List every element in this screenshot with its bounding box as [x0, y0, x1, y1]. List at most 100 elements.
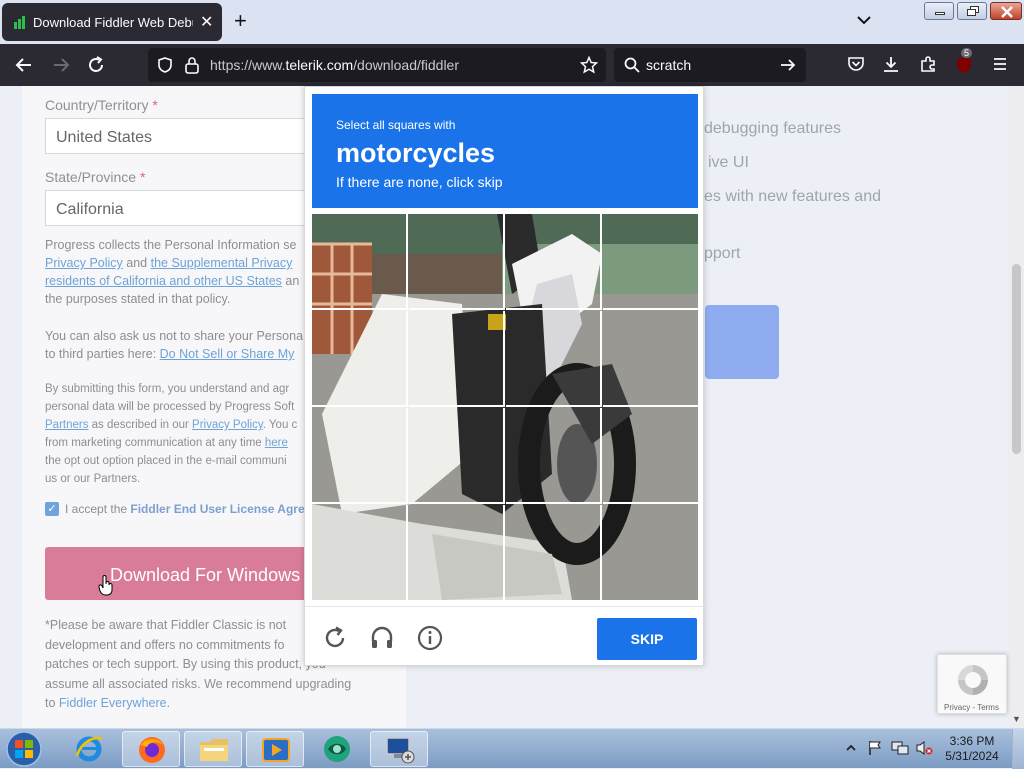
submission-line-1: By submitting this form, you understand … [45, 383, 290, 395]
country-select[interactable]: United States [45, 118, 315, 154]
supplemental-privacy-link[interactable]: the Supplemental Privacy [151, 256, 293, 270]
share-line-2-text: to third parties here: [45, 347, 160, 361]
captcha-tile-3[interactable] [506, 214, 602, 310]
recaptcha-badge[interactable]: Privacy - Terms [937, 654, 1007, 714]
show-desktop-button[interactable] [1012, 729, 1024, 769]
captcha-tile-1[interactable] [312, 214, 408, 310]
search-bar[interactable]: scratch [614, 48, 806, 82]
captcha-tile-13[interactable] [312, 505, 408, 600]
fiddler-everywhere-link[interactable]: Fiddler Everywhere [59, 696, 167, 710]
search-go-arrow-icon[interactable] [780, 57, 796, 73]
captcha-tile-9[interactable] [312, 408, 408, 504]
taskbar-remote-desktop[interactable] [370, 731, 428, 767]
info-icon[interactable] [417, 625, 443, 651]
new-tab-button[interactable]: + [234, 10, 247, 32]
bookmark-star-icon[interactable] [580, 56, 598, 74]
page-scrollbar[interactable]: ▼ [1008, 86, 1024, 728]
captcha-tile-4[interactable] [603, 214, 698, 310]
scroll-down-arrow-icon[interactable]: ▼ [1012, 714, 1021, 724]
notice-line-5-pre: to [45, 696, 59, 710]
privacy-line-4: the purposes stated in that policy. [45, 292, 231, 306]
feature-line-3: es with new features and [704, 188, 881, 205]
opt-out-here-link[interactable]: here [265, 437, 288, 449]
windows-start-orb-icon[interactable] [4, 730, 44, 768]
privacy-policy-link[interactable]: Privacy Policy [45, 256, 123, 270]
url-domain: telerik.com [285, 57, 354, 73]
download-for-windows-button[interactable]: Download For Windows [45, 547, 307, 600]
eula-link[interactable]: Fiddler End User License Agree [130, 502, 311, 516]
captcha-tile-14[interactable] [409, 505, 505, 600]
taskbar-clock[interactable]: 3:36 PM 5/31/2024 [940, 734, 1004, 764]
reload-icon[interactable] [86, 55, 106, 75]
show-hidden-icons-icon[interactable] [846, 743, 856, 753]
captcha-tile-7[interactable] [506, 311, 602, 407]
notice-line-5: to Fiddler Everywhere. [45, 694, 385, 714]
folder-icon [200, 739, 228, 761]
captcha-tile-15[interactable] [506, 505, 602, 600]
remote-desktop-icon [386, 737, 415, 764]
taskbar-media-player[interactable] [246, 731, 304, 767]
privacy-and: and [122, 256, 151, 270]
tab-strip: Download Fiddler Web Debugg ✕ + [0, 0, 1024, 44]
captcha-tile-2[interactable] [409, 214, 505, 310]
captcha-tile-5[interactable] [312, 311, 408, 407]
minimize-button[interactable] [924, 2, 954, 20]
ublock-extension-button[interactable]: 5 [955, 48, 973, 74]
volume-muted-icon[interactable] [915, 740, 933, 756]
recaptcha-footer-text[interactable]: Privacy - Terms [944, 703, 999, 712]
action-center-flag-icon[interactable] [867, 740, 883, 756]
submission-line-6: us or our Partners. [45, 473, 141, 485]
right-cta-button[interactable] [705, 305, 779, 379]
share-line-2: to third parties here: Do Not Sell or Sh… [45, 345, 325, 363]
captcha-header: Select all squares with motorcycles If t… [312, 94, 698, 208]
captcha-tile-16[interactable] [603, 505, 698, 600]
captcha-instruction: Select all squares with [336, 118, 456, 132]
url-prefix: https://www. [210, 57, 286, 73]
feature-line-2: ive UI [708, 154, 749, 171]
tab-fiddler-download[interactable]: Download Fiddler Web Debugg ✕ [2, 3, 222, 41]
pocket-icon[interactable] [847, 55, 865, 73]
tab-close-icon[interactable]: ✕ [200, 12, 213, 32]
taskbar-file-explorer[interactable] [184, 731, 242, 767]
partners-link[interactable]: Partners [45, 419, 88, 431]
license-checkbox[interactable]: ✓ [45, 502, 59, 516]
captcha-tile-12[interactable] [603, 408, 698, 504]
extensions-puzzle-icon[interactable] [919, 55, 937, 73]
do-not-sell-link[interactable]: Do Not Sell or Share My [160, 347, 295, 361]
lock-icon[interactable] [184, 56, 200, 74]
back-arrow-icon[interactable] [14, 55, 34, 75]
green-globe-app-icon [324, 736, 350, 762]
privacy-line-3: residents of California and other US Sta… [45, 272, 325, 290]
captcha-hint: If there are none, click skip [336, 174, 503, 190]
restore-button[interactable] [957, 2, 987, 20]
address-bar[interactable]: https://www.telerik.com/download/fiddler [148, 48, 606, 82]
scrollbar-thumb[interactable] [1012, 264, 1021, 454]
submission-line-3-text: as described in our [88, 419, 193, 431]
clock-time: 3:36 PM [949, 734, 995, 748]
menu-hamburger-icon[interactable] [991, 55, 1009, 73]
network-icon[interactable] [891, 740, 909, 756]
submission-line-3-tail: . You c [262, 419, 298, 431]
taskbar-internet-explorer[interactable] [60, 731, 118, 767]
headphones-audio-icon[interactable] [369, 625, 395, 651]
media-player-icon [262, 738, 290, 762]
taskbar-app-green[interactable] [308, 731, 366, 767]
shield-icon[interactable] [156, 56, 174, 74]
close-window-button[interactable] [990, 2, 1022, 20]
downloads-icon[interactable] [882, 55, 900, 73]
privacy-policy-link-2[interactable]: Privacy Policy [192, 419, 263, 431]
captcha-tile-10[interactable] [409, 408, 505, 504]
submission-line-2: personal data will be processed by Progr… [45, 401, 295, 413]
captcha-tile-8[interactable] [603, 311, 698, 407]
skip-button[interactable]: SKIP [597, 618, 697, 660]
taskbar-firefox[interactable] [122, 731, 180, 767]
captcha-tile-6[interactable] [409, 311, 505, 407]
forward-arrow-icon[interactable] [51, 55, 71, 75]
california-residents-link[interactable]: residents of California and other US Sta… [45, 274, 282, 288]
state-select[interactable]: California [45, 190, 315, 226]
accept-text: I accept the [65, 502, 131, 516]
submission-line-3: Partners as described in our Privacy Pol… [45, 416, 325, 434]
captcha-tile-11[interactable] [506, 408, 602, 504]
list-all-tabs-chevron-icon[interactable] [856, 12, 872, 28]
refresh-icon[interactable] [322, 625, 348, 651]
